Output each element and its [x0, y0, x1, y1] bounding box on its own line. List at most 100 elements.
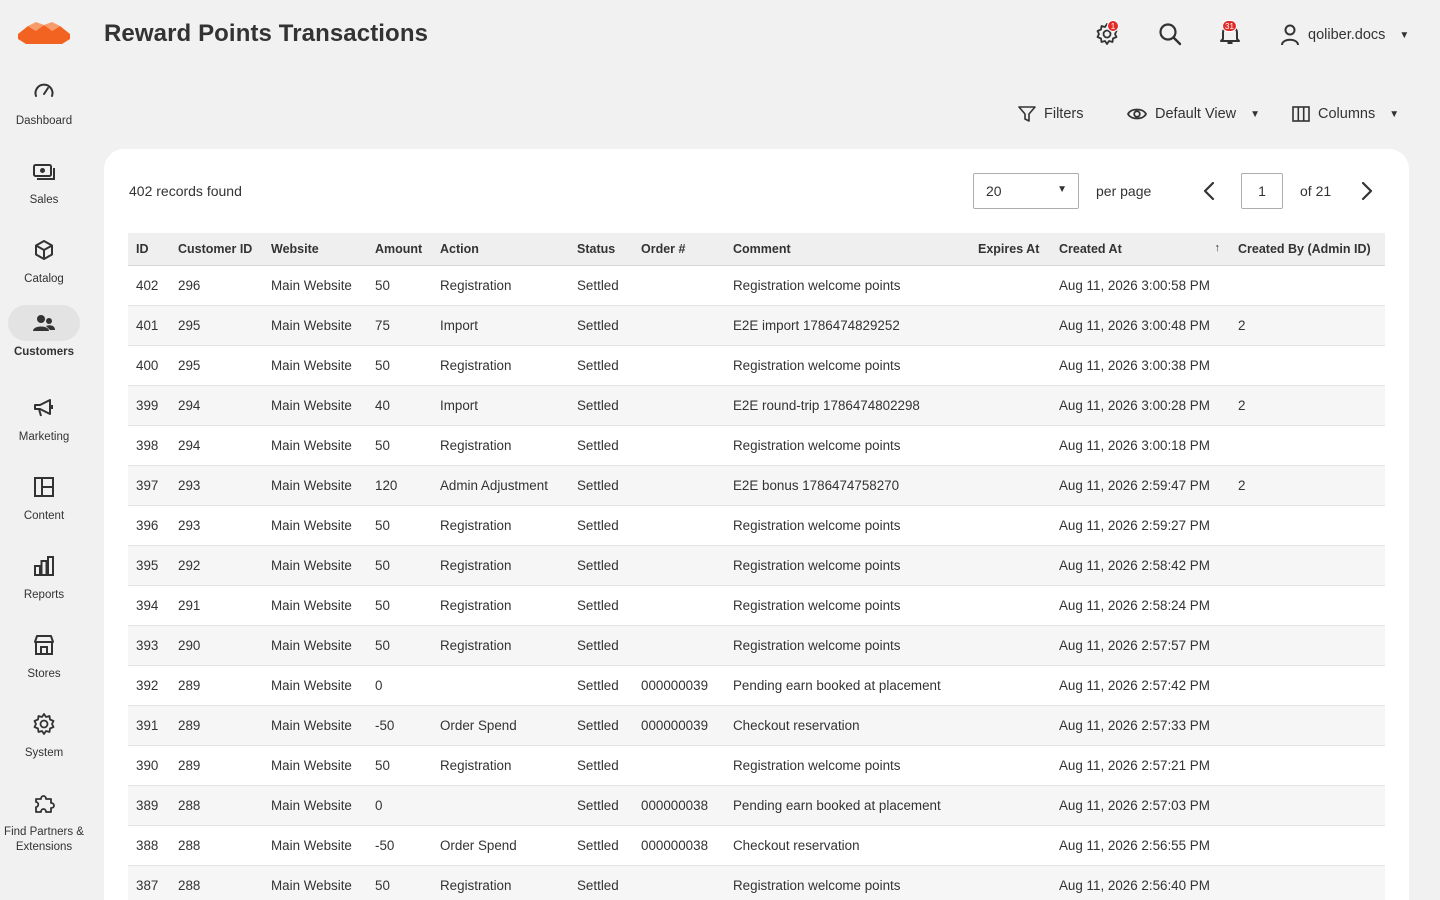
table-cell: Registration — [432, 345, 569, 386]
table-cell: 288 — [170, 865, 263, 900]
table-row[interactable]: 398 294 Main Website 50 Registration Settled R… — [128, 425, 1385, 466]
table-cell: 388 — [128, 825, 170, 866]
table-cell: 50 — [367, 625, 432, 666]
table-cell: 75 — [367, 305, 432, 346]
search-icon — [1159, 23, 1182, 46]
table-cell: 0 — [367, 665, 432, 706]
sidebar-item-marketing[interactable]: Marketing — [0, 390, 88, 445]
table-cell — [1230, 705, 1385, 746]
table-cell: 120 — [367, 465, 432, 506]
table-row[interactable]: 395 292 Main Website 50 Registration Settled R… — [128, 545, 1385, 586]
table-row[interactable]: 389 288 Main Website 0 Settled 000000038 Pendi… — [128, 785, 1385, 826]
column-header[interactable]: Website — [263, 233, 367, 266]
table-row[interactable]: 402 296 Main Website 50 Registration Settled R… — [128, 265, 1385, 306]
page-number-input[interactable]: 1 — [1241, 173, 1283, 209]
previous-page-button[interactable] — [1198, 179, 1220, 203]
system-messages-button[interactable]: 1 — [1095, 20, 1121, 48]
table-cell: Aug 11, 2026 3:00:58 PM — [1051, 265, 1230, 306]
user-menu[interactable]: qoliber.docs ▼ — [1280, 22, 1409, 48]
column-header[interactable]: Expires At — [970, 233, 1051, 266]
table-cell: 295 — [170, 345, 263, 386]
sidebar-item-customers[interactable]: Customers — [0, 305, 88, 360]
table-cell: 50 — [367, 865, 432, 900]
sidebar-item-label: Sales — [29, 194, 59, 206]
column-header[interactable]: Action — [432, 233, 569, 266]
table-cell: 000000038 — [633, 785, 725, 826]
sidebar-item-label: Stores — [27, 668, 61, 680]
search-button[interactable] — [1158, 22, 1184, 48]
table-cell: 294 — [170, 425, 263, 466]
table-row[interactable]: 388 288 Main Website -50 Order Spend Settled 0… — [128, 825, 1385, 866]
column-header[interactable]: Order # — [633, 233, 725, 266]
table-row[interactable]: 394 291 Main Website 50 Registration Settled R… — [128, 585, 1385, 626]
column-header[interactable]: Amount — [367, 233, 432, 266]
filters-button[interactable]: Filters — [1018, 102, 1083, 126]
sidebar-item-reports[interactable]: Reports — [0, 548, 88, 603]
next-page-button[interactable] — [1356, 179, 1378, 203]
table-cell: Aug 11, 2026 2:58:42 PM — [1051, 545, 1230, 586]
table-cell: Main Website — [263, 705, 367, 746]
table-cell — [970, 585, 1051, 626]
column-header[interactable]: Customer ID — [170, 233, 263, 266]
table-cell: Main Website — [263, 785, 367, 826]
sidebar-item-system[interactable]: System — [0, 706, 88, 761]
table-row[interactable]: 392 289 Main Website 0 Settled 000000039 Pendi… — [128, 665, 1385, 706]
table-cell — [970, 865, 1051, 900]
table-cell: 0 — [367, 785, 432, 826]
table-cell: Aug 11, 2026 2:57:03 PM — [1051, 785, 1230, 826]
table-cell: 401 — [128, 305, 170, 346]
table-cell: 291 — [170, 585, 263, 626]
table-row[interactable]: 387 288 Main Website 50 Registration Settled R… — [128, 865, 1385, 900]
table-cell: Registration — [432, 505, 569, 546]
table-row[interactable]: 396 293 Main Website 50 Registration Settled R… — [128, 505, 1385, 546]
notifications-button[interactable]: 31 — [1218, 20, 1244, 48]
table-cell: Aug 11, 2026 2:59:27 PM — [1051, 505, 1230, 546]
system-icon — [8, 706, 80, 742]
table-row[interactable]: 393 290 Main Website 50 Registration Settled R… — [128, 625, 1385, 666]
table-cell: E2E bonus 1786474758270 — [725, 465, 970, 506]
sidebar-item-label: Content — [23, 510, 65, 522]
table-cell — [970, 745, 1051, 786]
table-cell — [1230, 545, 1385, 586]
table-cell — [633, 345, 725, 386]
column-header[interactable]: Created By (Admin ID) — [1230, 233, 1385, 266]
sidebar-item-dashboard[interactable]: Dashboard — [0, 74, 88, 129]
logo-icon[interactable] — [18, 22, 70, 48]
sidebar-item-extensions[interactable]: Find Partners & Extensions — [0, 785, 88, 855]
table-cell: Main Website — [263, 585, 367, 626]
table-cell: 396 — [128, 505, 170, 546]
column-header[interactable]: Comment — [725, 233, 970, 266]
table-cell: Main Website — [263, 345, 367, 386]
table-row[interactable]: 400 295 Main Website 50 Registration Settled R… — [128, 345, 1385, 386]
table-cell: E2E import 1786474829252 — [725, 305, 970, 346]
table-row[interactable]: 397 293 Main Website 120 Admin Adjustment Set… — [128, 465, 1385, 506]
sidebar-item-label: Reports — [23, 589, 65, 601]
column-header[interactable]: ID — [128, 233, 170, 266]
table-row[interactable]: 399 294 Main Website 40 Import Settled E2E rou… — [128, 385, 1385, 426]
table-cell: Main Website — [263, 425, 367, 466]
table-row[interactable]: 391 289 Main Website -50 Order Spend Settled 0… — [128, 705, 1385, 746]
table-cell — [1230, 265, 1385, 306]
per-page-select[interactable]: 20 ▼ — [973, 173, 1079, 209]
marketing-icon — [8, 390, 80, 426]
table-cell: 392 — [128, 665, 170, 706]
table-cell: Settled — [569, 265, 633, 306]
view-selector[interactable]: Default View ▼ — [1127, 102, 1260, 126]
table-row[interactable]: 401 295 Main Website 75 Import Settled E2E imp… — [128, 305, 1385, 346]
sidebar-item-sales[interactable]: Sales — [0, 153, 88, 208]
sidebar-item-catalog[interactable]: Catalog — [0, 232, 88, 287]
sidebar-item-content[interactable]: Content — [0, 469, 88, 524]
table-cell: 391 — [128, 705, 170, 746]
column-header[interactable]: Status — [569, 233, 633, 266]
table-cell: Aug 11, 2026 2:59:47 PM — [1051, 465, 1230, 506]
column-header-created-at[interactable]: Created At ↑ — [1051, 233, 1230, 266]
sidebar-item-stores[interactable]: Stores — [0, 627, 88, 682]
table-cell: 399 — [128, 385, 170, 426]
table-cell — [1230, 425, 1385, 466]
table-cell: 290 — [170, 625, 263, 666]
table-cell: 50 — [367, 545, 432, 586]
table-row[interactable]: 390 289 Main Website 50 Registration Settled R… — [128, 745, 1385, 786]
table-cell: 000000039 — [633, 665, 725, 706]
table-cell: -50 — [367, 705, 432, 746]
columns-button[interactable]: Columns ▼ — [1292, 102, 1399, 126]
